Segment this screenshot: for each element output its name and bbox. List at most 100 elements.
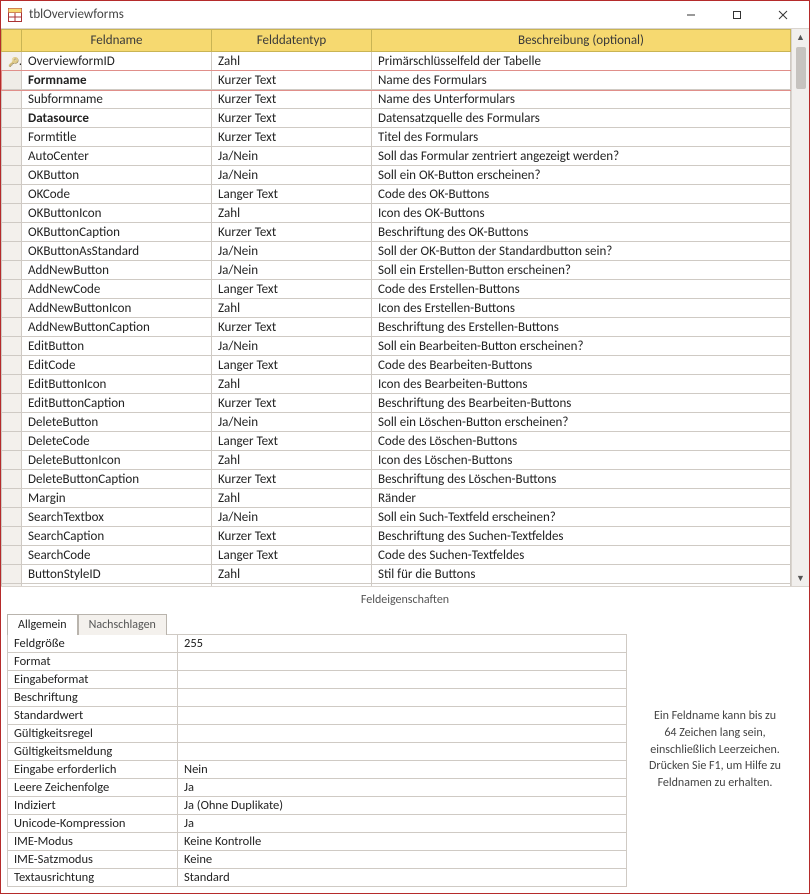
cell-datatype[interactable]: Ja/Nein — [212, 242, 372, 261]
table-row[interactable]: OKButtonAsStandardJa/NeinSoll der OK-But… — [2, 242, 791, 261]
row-selector[interactable] — [2, 432, 22, 451]
cell-datatype[interactable]: Kurzer Text — [212, 223, 372, 242]
cell-datatype[interactable]: Ja/Nein — [212, 261, 372, 280]
row-selector[interactable] — [2, 299, 22, 318]
cell-datatype[interactable]: Kurzer Text — [212, 71, 372, 90]
cell-description[interactable]: Icon des OK-Buttons — [372, 204, 791, 223]
cell-fieldname[interactable]: DeleteCode — [22, 432, 212, 451]
cell-description[interactable]: Soll ein Erstellen-Button erscheinen? — [372, 261, 791, 280]
table-row[interactable]: OKButtonIconZahlIcon des OK-Buttons — [2, 204, 791, 223]
cell-datatype[interactable]: Zahl — [212, 565, 372, 584]
property-row[interactable]: Beschriftung — [8, 689, 627, 707]
property-row[interactable]: Eingabe erforderlichNein — [8, 761, 627, 779]
row-selector[interactable] — [2, 261, 22, 280]
cell-fieldname[interactable]: Subformname — [22, 90, 212, 109]
cell-description[interactable]: Code des Löschen-Buttons — [372, 432, 791, 451]
table-row[interactable]: DeleteButtonJa/NeinSoll ein Löschen-Butt… — [2, 413, 791, 432]
cell-fieldname[interactable]: OKButton — [22, 166, 212, 185]
cell-fieldname[interactable]: ButtonStyleID — [22, 565, 212, 584]
row-selector[interactable] — [2, 451, 22, 470]
cell-description[interactable]: Datensatzquelle des Formulars — [372, 109, 791, 128]
cell-fieldname[interactable]: OKButtonCaption — [22, 223, 212, 242]
table-row[interactable]: SearchTextboxJa/NeinSoll ein Such-Textfe… — [2, 508, 791, 527]
property-value[interactable] — [178, 671, 627, 689]
cell-description[interactable]: Soll ein OK-Button erscheinen? — [372, 166, 791, 185]
property-value[interactable] — [178, 725, 627, 743]
cell-fieldname[interactable]: Formname — [22, 71, 212, 90]
table-row[interactable]: DeleteButtonCaptionKurzer TextBeschriftu… — [2, 470, 791, 489]
property-value[interactable]: Nein — [178, 761, 627, 779]
cell-description[interactable]: Beschriftung des Erstellen-Buttons — [372, 318, 791, 337]
scroll-up-icon[interactable]: ▲ — [793, 29, 809, 45]
cell-fieldname[interactable]: SubformWidth — [22, 584, 212, 587]
cell-description[interactable]: Icon des Erstellen-Buttons — [372, 299, 791, 318]
property-row[interactable]: Unicode-KompressionJa — [8, 815, 627, 833]
property-row[interactable]: Format — [8, 653, 627, 671]
row-selector[interactable] — [2, 565, 22, 584]
tab-general[interactable]: Allgemein — [7, 614, 78, 635]
cell-description[interactable]: Stil für die Buttons — [372, 565, 791, 584]
property-row[interactable]: Gültigkeitsregel — [8, 725, 627, 743]
row-selector[interactable] — [2, 147, 22, 166]
row-selector[interactable] — [2, 223, 22, 242]
cell-datatype[interactable]: Kurzer Text — [212, 90, 372, 109]
cell-fieldname[interactable]: DeleteButton — [22, 413, 212, 432]
cell-description[interactable]: Titel des Formulars — [372, 128, 791, 147]
tab-lookup[interactable]: Nachschlagen — [78, 614, 167, 635]
cell-datatype[interactable]: Ja/Nein — [212, 166, 372, 185]
cell-fieldname[interactable]: AddNewButtonCaption — [22, 318, 212, 337]
table-row[interactable]: OKCodeLanger TextCode des OK-Buttons — [2, 185, 791, 204]
row-selector[interactable] — [2, 280, 22, 299]
cell-fieldname[interactable]: OKButtonAsStandard — [22, 242, 212, 261]
cell-datatype[interactable]: Zahl — [212, 204, 372, 223]
cell-fieldname[interactable]: EditButton — [22, 337, 212, 356]
property-value[interactable]: Standard — [178, 869, 627, 887]
field-grid[interactable]: Feldname Felddatentyp Beschreibung (opti… — [1, 29, 791, 586]
cell-datatype[interactable]: Langer Text — [212, 356, 372, 375]
cell-fieldname[interactable]: AddNewButtonIcon — [22, 299, 212, 318]
property-row[interactable]: Leere ZeichenfolgeJa — [8, 779, 627, 797]
cell-datatype[interactable]: Kurzer Text — [212, 394, 372, 413]
table-row[interactable]: OKButtonJa/NeinSoll ein OK-Button ersche… — [2, 166, 791, 185]
cell-description[interactable]: Soll ein Löschen-Button erscheinen? — [372, 413, 791, 432]
vertical-scrollbar[interactable]: ▲ ▼ — [791, 29, 809, 586]
table-row[interactable]: SearchCodeLanger TextCode des Suchen-Tex… — [2, 546, 791, 565]
cell-description[interactable]: Soll das Formular zentriert angezeigt we… — [372, 147, 791, 166]
property-value[interactable]: Keine — [178, 851, 627, 869]
row-selector[interactable] — [2, 90, 22, 109]
row-selector[interactable] — [2, 527, 22, 546]
cell-fieldname[interactable]: OKCode — [22, 185, 212, 204]
table-row[interactable]: AddNewButtonIconZahlIcon des Erstellen-B… — [2, 299, 791, 318]
cell-fieldname[interactable]: Datasource — [22, 109, 212, 128]
row-selector[interactable] — [2, 166, 22, 185]
property-value[interactable] — [178, 707, 627, 725]
cell-fieldname[interactable]: Formtitle — [22, 128, 212, 147]
cell-description[interactable]: Beschriftung des Bearbeiten-Buttons — [372, 394, 791, 413]
cell-datatype[interactable]: Kurzer Text — [212, 128, 372, 147]
table-row[interactable]: EditButtonIconZahlIcon des Bearbeiten-Bu… — [2, 375, 791, 394]
cell-datatype[interactable]: Langer Text — [212, 280, 372, 299]
col-header-fieldname[interactable]: Feldname — [22, 30, 212, 52]
cell-datatype[interactable]: Kurzer Text — [212, 318, 372, 337]
cell-datatype[interactable]: Zahl — [212, 584, 372, 587]
property-value[interactable] — [178, 743, 627, 761]
cell-description[interactable]: Code des Erstellen-Buttons — [372, 280, 791, 299]
row-selector[interactable] — [2, 71, 22, 90]
cell-datatype[interactable]: Zahl — [212, 489, 372, 508]
property-value[interactable]: 255 — [178, 635, 627, 653]
row-selector[interactable] — [2, 489, 22, 508]
cell-fieldname[interactable]: OverviewformID — [22, 52, 212, 71]
cell-description[interactable]: Code des OK-Buttons — [372, 185, 791, 204]
cell-datatype[interactable]: Ja/Nein — [212, 337, 372, 356]
row-selector[interactable] — [2, 337, 22, 356]
table-row[interactable]: AutoCenterJa/NeinSoll das Formular zentr… — [2, 147, 791, 166]
cell-datatype[interactable]: Zahl — [212, 451, 372, 470]
cell-datatype[interactable]: Zahl — [212, 52, 372, 71]
table-row[interactable]: 🔑OverviewformIDZahlPrimärschlüsselfeld d… — [2, 52, 791, 71]
cell-datatype[interactable]: Zahl — [212, 299, 372, 318]
cell-description[interactable]: Soll ein Such-Textfeld erscheinen? — [372, 508, 791, 527]
row-selector[interactable] — [2, 394, 22, 413]
property-row[interactable]: Standardwert — [8, 707, 627, 725]
cell-datatype[interactable]: Ja/Nein — [212, 147, 372, 166]
row-selector[interactable] — [2, 413, 22, 432]
